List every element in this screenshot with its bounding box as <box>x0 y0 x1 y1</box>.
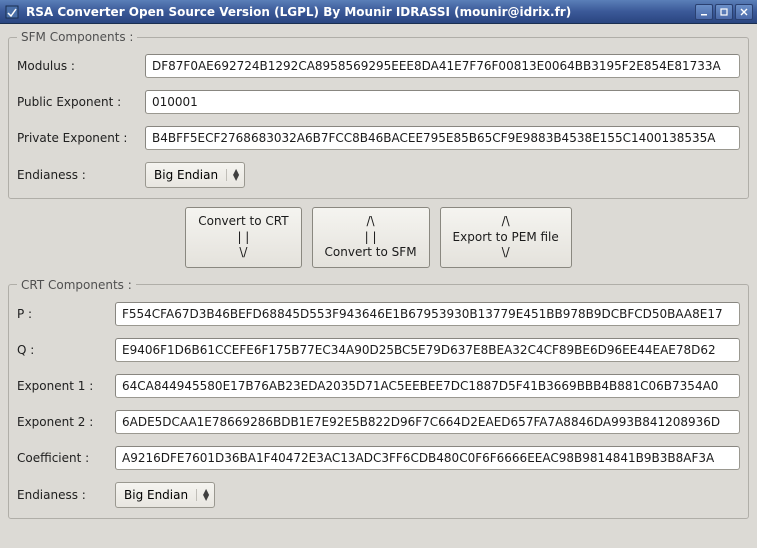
exponent2-label: Exponent 2 : <box>17 415 115 429</box>
modulus-input[interactable] <box>145 54 740 78</box>
sfm-endianess-value: Big Endian <box>154 168 226 182</box>
close-button[interactable] <box>735 4 753 20</box>
window-controls <box>695 4 753 20</box>
updown-icon: ▲▼ <box>196 489 212 501</box>
p-label: P : <box>17 307 115 321</box>
sfm-endianess-select[interactable]: Big Endian ▲▼ <box>145 162 245 188</box>
app-icon <box>4 4 20 20</box>
crt-endianess-select[interactable]: Big Endian ▲▼ <box>115 482 215 508</box>
sfm-endianess-label: Endianess : <box>17 168 145 182</box>
sfm-legend: SFM Components : <box>17 30 137 44</box>
export-to-pem-button[interactable]: /\Export to PEM file\/ <box>440 207 572 268</box>
crt-group: CRT Components : P : Q : Exponent 1 : Ex… <box>8 278 749 519</box>
sfm-group: SFM Components : Modulus : Public Expone… <box>8 30 749 199</box>
q-label: Q : <box>17 343 115 357</box>
minimize-button[interactable] <box>695 4 713 20</box>
coefficient-label: Coefficient : <box>17 451 115 465</box>
convert-to-crt-button[interactable]: Convert to CRT| |\/ <box>185 207 301 268</box>
q-input[interactable] <box>115 338 740 362</box>
convert-to-sfm-button[interactable]: /\| |Convert to SFM <box>312 207 430 268</box>
crt-endianess-value: Big Endian <box>124 488 196 502</box>
private-exponent-input[interactable] <box>145 126 740 150</box>
private-exponent-label: Private Exponent : <box>17 131 145 145</box>
public-exponent-input[interactable] <box>145 90 740 114</box>
modulus-label: Modulus : <box>17 59 145 73</box>
crt-legend: CRT Components : <box>17 278 136 292</box>
p-input[interactable] <box>115 302 740 326</box>
exponent1-label: Exponent 1 : <box>17 379 115 393</box>
updown-icon: ▲▼ <box>226 169 242 181</box>
action-buttons: Convert to CRT| |\/ /\| |Convert to SFM … <box>8 207 749 268</box>
titlebar: RSA Converter Open Source Version (LGPL)… <box>0 0 757 24</box>
public-exponent-label: Public Exponent : <box>17 95 145 109</box>
maximize-button[interactable] <box>715 4 733 20</box>
exponent2-input[interactable] <box>115 410 740 434</box>
exponent1-input[interactable] <box>115 374 740 398</box>
window-title: RSA Converter Open Source Version (LGPL)… <box>26 5 695 19</box>
coefficient-input[interactable] <box>115 446 740 470</box>
crt-endianess-label: Endianess : <box>17 488 115 502</box>
